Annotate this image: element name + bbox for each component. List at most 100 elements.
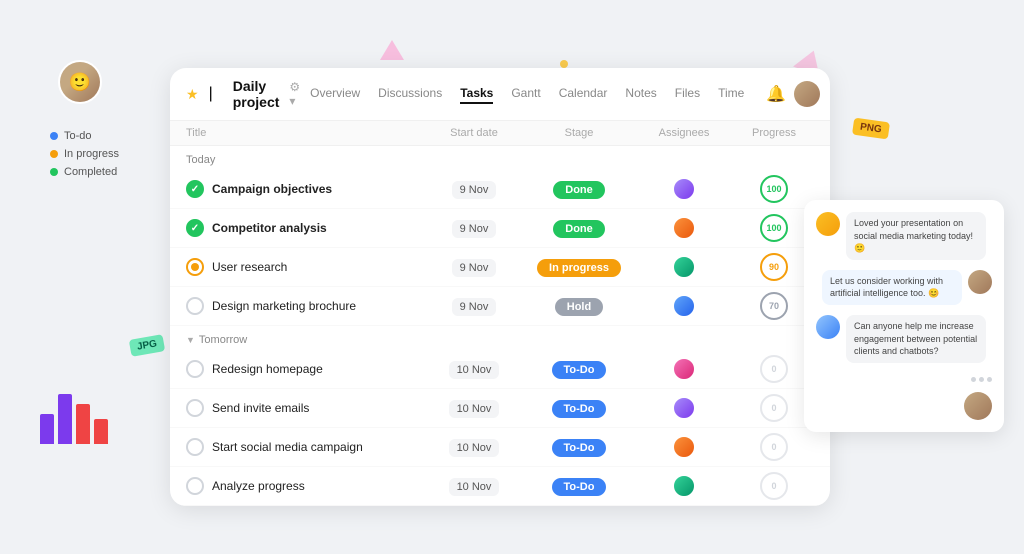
legend-todo: To-do [50,130,119,142]
task-stage: In progress [537,259,621,277]
settings-icon[interactable]: ⚙ ▾ [289,80,300,108]
jpg-badge: JPG [129,334,165,357]
task-date: 9 Nov [452,259,497,277]
table-header-row: Title Start date Stage Assignees Progres… [170,121,830,146]
assignee-cell [634,475,734,497]
task-checkbox[interactable] [186,399,204,417]
progress-circle: 70 [760,292,788,320]
task-checkbox[interactable] [186,297,204,315]
chat-panel: Loved your presentation on social media … [804,200,1004,432]
task-title-cell: Competitor analysis [186,219,424,237]
bar-4 [94,419,108,444]
tab-notes[interactable]: Notes [625,84,656,104]
task-title-text: Design marketing brochure [212,299,356,313]
task-title-text: User research [212,260,287,274]
table-row[interactable]: Competitor analysis 9 Nov Done 100 [170,209,830,248]
chat-message-1: Loved your presentation on social media … [816,212,992,260]
typing-dot-2 [979,377,984,382]
progress-circle: 0 [760,472,788,500]
task-stage: To-Do [552,400,607,418]
header-actions: 🔔 [766,81,820,107]
col-stage: Stage [524,127,634,139]
assignee-cell [634,256,734,278]
progress-circle: 0 [760,433,788,461]
task-title-text: Redesign homepage [212,362,323,376]
task-date: 10 Nov [449,400,500,418]
tab-time[interactable]: Time [718,84,744,104]
assignee-cell [634,217,734,239]
chat-avatar-1 [816,212,840,236]
col-startdate: Start date [424,127,524,139]
chat-bubble-1: Loved your presentation on social media … [846,212,986,260]
task-date: 9 Nov [452,298,497,316]
task-stage: Done [553,181,605,199]
tab-discussions[interactable]: Discussions [378,84,442,104]
legend-inprogress: In progress [50,148,119,160]
chat-bottom-avatar [964,392,992,420]
tab-overview[interactable]: Overview [310,84,360,104]
section-today: Today [170,146,830,170]
task-checkbox[interactable] [186,180,204,198]
chat-avatar-2 [968,270,992,294]
assignee-avatar [673,436,695,458]
assignee-avatar [673,397,695,419]
task-title-text: Competitor analysis [212,221,327,235]
legend-dot-todo [50,132,58,140]
table-row[interactable]: User research 9 Nov In progress 90 [170,248,830,287]
task-checkbox[interactable] [186,360,204,378]
task-date: 10 Nov [449,361,500,379]
task-title-text: Send invite emails [212,401,309,415]
chat-bubble-2: Let us consider working with artificial … [822,270,962,305]
tab-gantt[interactable]: Gantt [511,84,540,104]
bell-icon[interactable]: 🔔 [766,84,786,104]
chevron-icon: ▼ [186,335,195,345]
col-title: Title [186,127,424,139]
tab-files[interactable]: Files [675,84,700,104]
progress-cell: 70 [734,292,814,320]
task-date: 9 Nov [452,220,497,238]
task-stage: Hold [555,298,603,316]
task-stage: Done [553,220,605,238]
chat-bubble-3: Can anyone help me increase engagement b… [846,315,986,363]
table-row[interactable]: Design marketing brochure 9 Nov Hold 70 [170,287,830,326]
bar-2 [58,394,72,444]
task-stage: To-Do [552,478,607,496]
assignee-cell [634,397,734,419]
task-checkbox[interactable] [186,258,204,276]
task-title-cell: Design marketing brochure [186,297,424,315]
table-row[interactable]: Send invite emails 10 Nov To-Do 0 [170,389,830,428]
project-name: Daily project [233,78,280,110]
assignee-cell [634,295,734,317]
assignee-cell [634,358,734,380]
header-avatar[interactable] [794,81,820,107]
star-icon[interactable]: ★ [186,86,199,103]
task-title-cell: Send invite emails [186,399,424,417]
legend-label-inprogress: In progress [64,148,119,160]
bar-chart [40,384,108,444]
task-title-cell: User research [186,258,424,276]
avatar-image: 🙂 [60,62,100,102]
task-title-text: Analyze progress [212,479,305,493]
legend-completed: Completed [50,166,119,178]
decorative-dot [560,60,568,68]
table-row[interactable]: Start social media campaign 10 Nov To-Do… [170,428,830,467]
progress-cell: 90 [734,253,814,281]
task-checkbox[interactable] [186,477,204,495]
task-title-cell: Analyze progress [186,477,424,495]
legend: To-do In progress Completed [50,130,119,178]
user-avatar[interactable]: 🙂 [58,60,102,104]
tab-tasks[interactable]: Tasks [460,84,493,104]
table-row[interactable]: Analyze progress 10 Nov To-Do 0 [170,467,830,506]
task-title-cell: Redesign homepage [186,360,424,378]
task-date: 9 Nov [452,181,497,199]
assignee-avatar [673,475,695,497]
table-row[interactable]: Redesign homepage 10 Nov To-Do 0 [170,350,830,389]
tab-calendar[interactable]: Calendar [559,84,608,104]
task-checkbox[interactable] [186,219,204,237]
card-header: ★ | Daily project ⚙ ▾ Overview Discussio… [170,68,830,121]
task-checkbox[interactable] [186,438,204,456]
table-row[interactable]: Campaign objectives 9 Nov Done 100 [170,170,830,209]
progress-cell: 0 [734,394,814,422]
chat-message-2: Let us consider working with artificial … [816,270,992,305]
task-table: Title Start date Stage Assignees Progres… [170,121,830,506]
